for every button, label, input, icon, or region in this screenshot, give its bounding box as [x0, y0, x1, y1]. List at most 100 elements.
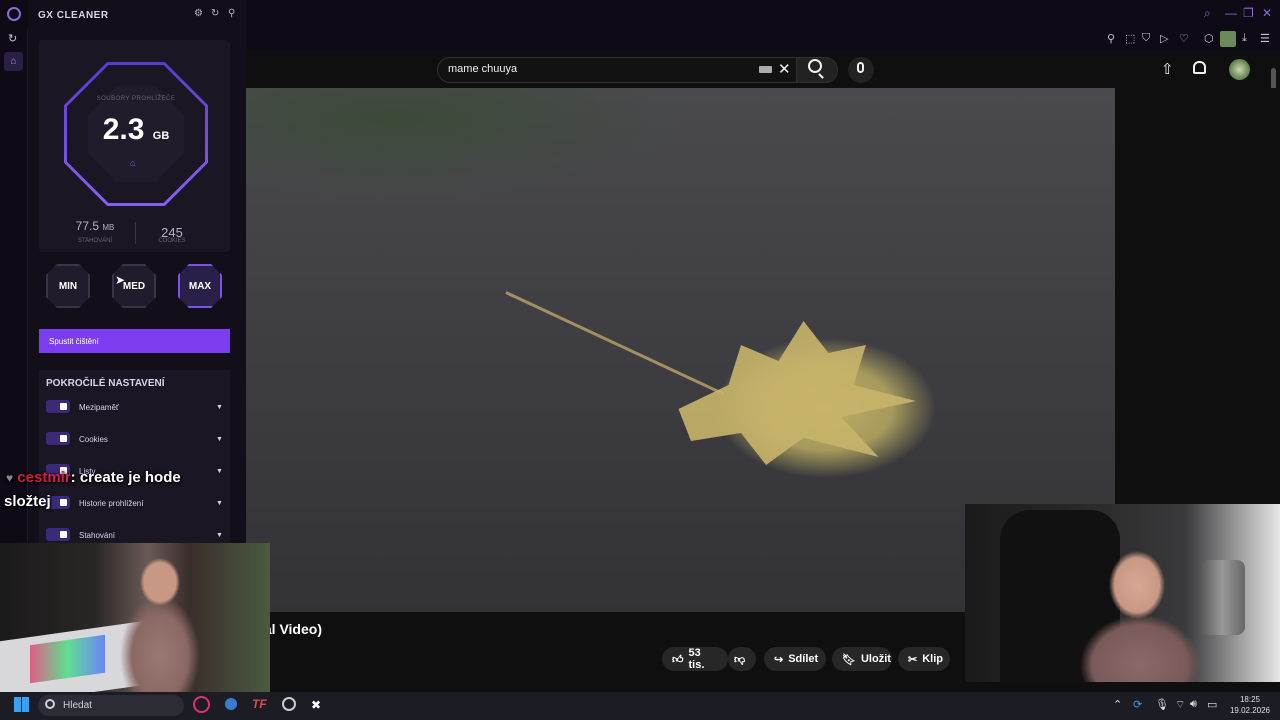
option-history-label: Historie prohlížení — [79, 499, 144, 508]
option-cookies-expand-icon[interactable]: ▼ — [216, 436, 223, 443]
app-taskbar-icon-3[interactable] — [282, 697, 296, 711]
reload-icon[interactable]: ↻ — [8, 32, 17, 45]
secondary-column — [1115, 88, 1280, 504]
shield-icon[interactable]: ⛉ — [1142, 32, 1150, 45]
option-history-expand-icon[interactable]: ▼ — [216, 500, 223, 507]
option-downloads-label: Stahování — [79, 531, 116, 540]
tray-wifi-icon[interactable]: ⌔ — [1175, 698, 1185, 712]
pin-icon[interactable]: ⚲ — [1107, 32, 1115, 45]
tray-microphone-icon[interactable]: 🎙︎ — [1155, 698, 1169, 711]
option-cookies-label: Cookies — [79, 435, 108, 444]
download-icon[interactable]: ⤓ — [1242, 32, 1247, 45]
thumbs-up-icon: 👍︎ — [672, 653, 684, 666]
browser-files-size: 2.3 GB — [64, 113, 208, 147]
vpn-icon[interactable]: ▷ — [1160, 32, 1168, 45]
size-number: 2.3 — [102, 113, 145, 146]
heart-icon[interactable]: ♡ — [1179, 32, 1189, 45]
browser-files-label: SOUBORY PROHLÍŽEČE — [96, 96, 176, 102]
account-avatar[interactable] — [1229, 59, 1250, 80]
pin-panel-icon[interactable]: ⚲ — [228, 8, 235, 19]
clear-search-icon[interactable]: ✕ — [778, 60, 791, 78]
downloads-size: 77.5 MB — [60, 219, 130, 233]
option-cache-checkbox[interactable] — [46, 400, 70, 413]
tray-volume-icon[interactable]: 🔊︎ — [1190, 698, 1197, 711]
windows-taskbar — [0, 692, 1280, 720]
snapshot-icon[interactable]: ⬚ — [1125, 32, 1135, 45]
like-button[interactable]: 👍︎ 53 tis. — [662, 647, 728, 671]
like-count: 53 tis. — [688, 647, 705, 671]
gx-cleaner-title: GX CLEANER — [38, 10, 109, 21]
video-content-leaf — [678, 321, 916, 465]
opera-gx-taskbar-icon[interactable] — [193, 696, 210, 713]
minimize-icon[interactable]: — — [1225, 6, 1237, 20]
share-icon: ↪ — [774, 653, 784, 666]
share-label: Sdílet — [788, 653, 819, 665]
webcam-right-microphone — [1200, 560, 1245, 635]
tray-battery-icon[interactable]: ▭ — [1207, 698, 1217, 711]
close-icon[interactable]: ✕ — [1262, 6, 1272, 20]
taskbar-search[interactable]: Hledat — [38, 695, 184, 716]
save-button[interactable]: 🔖︎ Uložit — [832, 647, 892, 671]
upload-icon[interactable]: ⇧ — [1161, 60, 1174, 78]
search-input[interactable]: mame chuuya — [448, 63, 517, 75]
mouse-cursor-icon: ➤ — [115, 273, 126, 287]
option-cache-label: Mezipaměť — [79, 403, 119, 412]
chat-text: : create je hode — [70, 469, 181, 486]
chat-badge-icon: ♥ — [6, 471, 14, 485]
bookmark-icon: 🔖︎ — [842, 653, 856, 666]
app-taskbar-icon-4[interactable]: ✖ — [311, 698, 321, 712]
gx-cleaner-sidebar-icon[interactable]: ⌂ — [4, 52, 23, 71]
clip-button[interactable]: ✂ Klip — [898, 647, 950, 671]
refresh-icon[interactable]: ↻ — [211, 8, 219, 19]
search-icon[interactable]: ⌕ — [1204, 6, 1211, 21]
chat-message: ♥ cestmir: create je hode — [6, 469, 181, 486]
option-downloads-checkbox[interactable] — [46, 528, 70, 541]
settings-icon[interactable]: ⚙ — [194, 8, 203, 19]
thumbs-down-icon: 👎︎ — [734, 653, 746, 666]
extensions-icon[interactable]: ⬡ — [1204, 32, 1214, 45]
dislike-button[interactable]: 👎︎ — [728, 647, 756, 671]
clip-label: Klip — [922, 653, 943, 665]
broom-icon: ⌂ — [130, 158, 136, 168]
opera-gx-logo-icon[interactable] — [7, 7, 21, 21]
chat-username: cestmir — [17, 469, 71, 486]
stats-divider — [135, 222, 136, 244]
taskbar-clock[interactable]: 18:25 19.02.2026 — [1228, 694, 1272, 716]
taskbar-search-icon — [45, 699, 55, 709]
notifications-bell-icon[interactable] — [1193, 61, 1206, 74]
option-cookies-checkbox[interactable] — [46, 432, 70, 445]
mode-min-button[interactable]: MIN — [46, 264, 90, 308]
webcam-right-person — [1075, 545, 1205, 682]
advanced-settings-title: POKROČILÉ NASTAVENÍ — [46, 378, 165, 389]
menu-icon[interactable]: ☰ — [1260, 32, 1270, 45]
downloads-number: 77.5 — [75, 219, 99, 233]
scissors-icon: ✂ — [908, 653, 918, 666]
downloads-label: STAHOVÁNÍ — [77, 238, 113, 244]
webcam-left-person — [120, 556, 200, 694]
option-downloads-expand-icon[interactable]: ▼ — [216, 532, 223, 539]
video-content-leaf-stem — [505, 291, 725, 396]
taskbar-date: 19.02.2026 — [1229, 706, 1271, 715]
option-tabs-expand-icon[interactable]: ▼ — [216, 468, 223, 475]
share-button[interactable]: ↪ Sdílet — [764, 647, 826, 671]
windows-start-icon[interactable] — [14, 697, 29, 712]
search-icon — [808, 59, 822, 73]
downloads-unit: MB — [102, 223, 115, 232]
app-taskbar-icon-1[interactable] — [225, 698, 237, 710]
app-taskbar-icon-tf[interactable]: TF — [252, 697, 267, 711]
taskbar-time: 18:25 — [1239, 695, 1261, 704]
profile-avatar[interactable] — [1220, 31, 1236, 47]
chat-message-line2: složtej — [4, 493, 51, 510]
size-unit: GB — [152, 130, 170, 142]
tray-app-icon[interactable]: ⟳ — [1133, 698, 1142, 711]
option-cache-expand-icon[interactable]: ▼ — [216, 404, 223, 411]
advanced-settings-card — [39, 370, 230, 545]
mode-max-button[interactable]: MAX — [178, 264, 222, 308]
keyboard-icon[interactable] — [759, 66, 772, 73]
taskbar-search-text: Hledat — [63, 700, 92, 711]
tray-chevron-icon[interactable]: ⌃ — [1113, 698, 1122, 711]
run-cleaning-button[interactable]: Spustit čištění — [39, 329, 230, 353]
cookies-label: COOKIES — [158, 238, 186, 244]
microphone-icon — [857, 62, 864, 73]
restore-icon[interactable]: ❐ — [1243, 6, 1254, 20]
